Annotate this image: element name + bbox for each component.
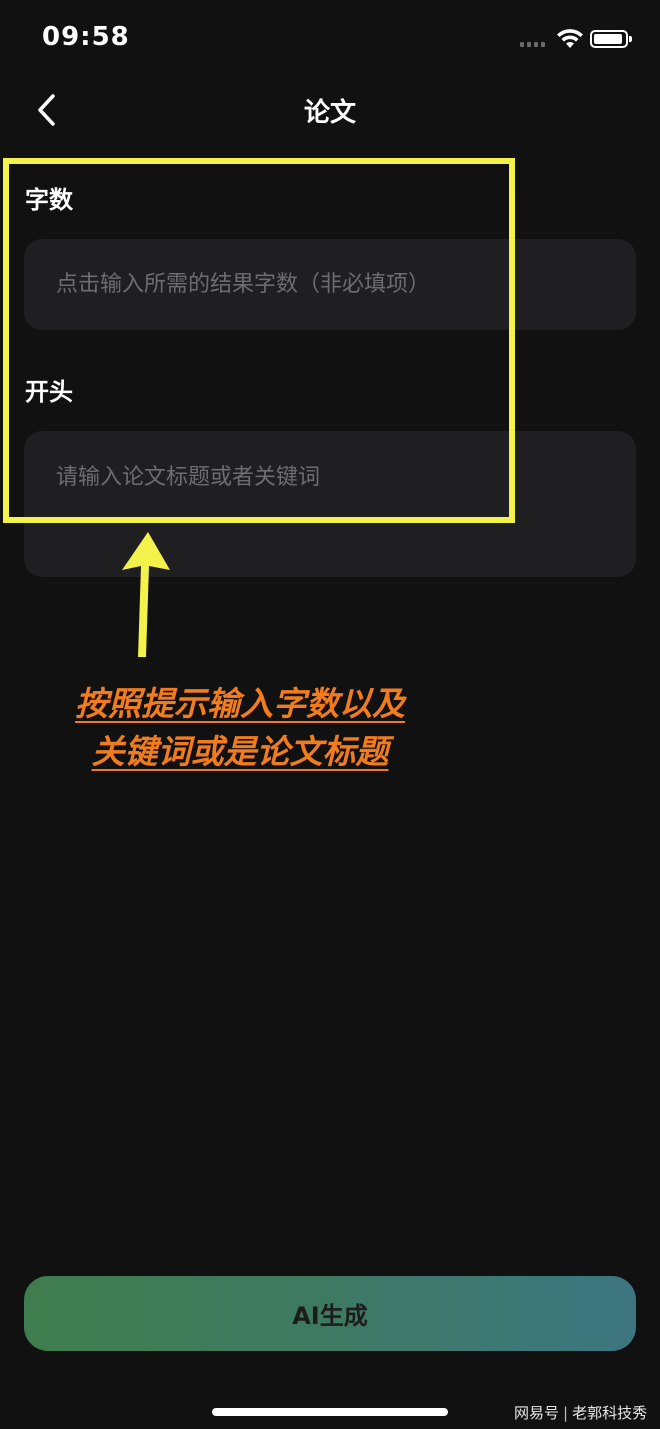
highlight-frame bbox=[3, 158, 515, 523]
wifi-icon bbox=[557, 29, 583, 48]
status-bar: 09:58 bbox=[0, 0, 660, 80]
ai-generate-label: AI生成 bbox=[292, 1302, 368, 1330]
annotation-line-2: 关键词或是论文标题 bbox=[91, 732, 389, 771]
watermark-author: 老郭科技秀 bbox=[572, 1404, 648, 1422]
annotation-text: 按照提示输入字数以及 关键词或是论文标题 bbox=[0, 680, 480, 776]
home-indicator bbox=[212, 1408, 448, 1416]
status-time: 09:58 bbox=[42, 22, 130, 52]
watermark: 网易号 | 老郭科技秀 bbox=[514, 1402, 647, 1423]
battery-icon bbox=[590, 30, 632, 48]
annotation-arrow-icon bbox=[122, 532, 170, 657]
page-title: 论文 bbox=[303, 98, 356, 128]
watermark-separator: | bbox=[563, 1404, 569, 1422]
annotation-line-1: 按照提示输入字数以及 bbox=[75, 684, 405, 723]
nav-bar: 论文 bbox=[0, 80, 660, 140]
cellular-signal-icon bbox=[520, 42, 545, 47]
watermark-platform: 网易号 bbox=[514, 1404, 560, 1422]
ai-generate-button[interactable]: AI生成 bbox=[24, 1276, 636, 1351]
